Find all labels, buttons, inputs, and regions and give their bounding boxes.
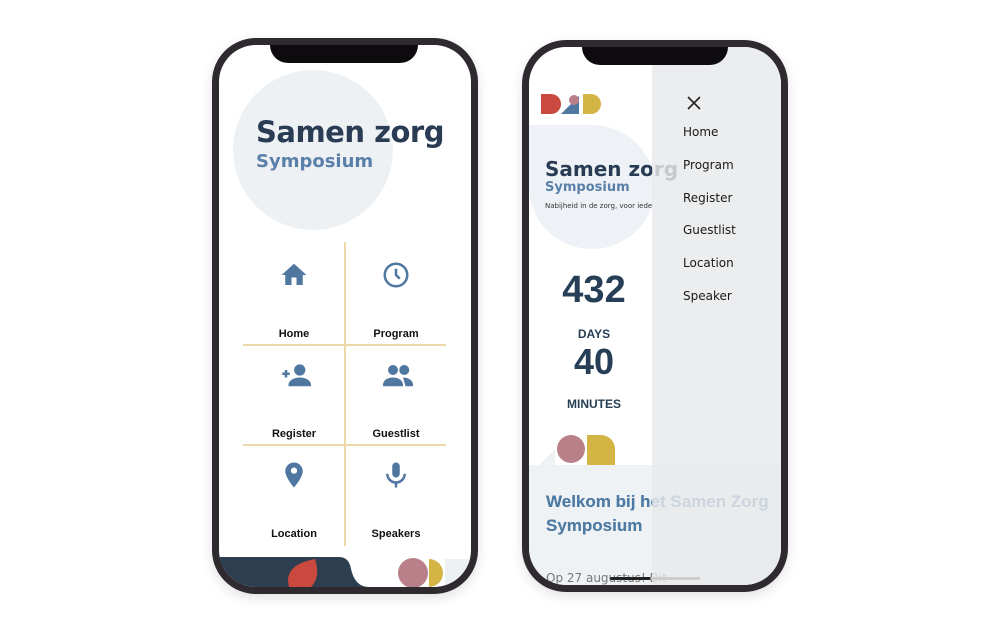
microphone-icon <box>386 462 406 488</box>
screen: Samen zorg Symposium Nabijheid in de zor… <box>529 47 781 585</box>
tile-label: Guestlist <box>372 428 420 440</box>
menu-item-guestlist[interactable]: Guestlist <box>683 223 736 237</box>
days-value: 432 <box>562 269 626 311</box>
add-person-icon <box>282 364 311 387</box>
tile-label: Program <box>373 328 419 340</box>
page-subtitle: Symposium <box>256 151 374 172</box>
tile-label: Register <box>271 428 317 440</box>
page-subtitle: Symposium <box>545 180 630 195</box>
people-icon <box>383 365 413 387</box>
phone-home-grid: Samen zorg Symposium Home Program Regist… <box>212 38 478 594</box>
clock-icon <box>383 262 409 288</box>
welcome-heading-visible: Welkom bij het Symposium <box>546 490 666 538</box>
logo <box>541 94 601 114</box>
menu-item-register[interactable]: Register <box>683 191 732 205</box>
page-title: Samen zorg <box>256 115 444 149</box>
tile-guestlist[interactable]: Guestlist <box>345 350 447 450</box>
close-icon[interactable] <box>687 96 701 110</box>
footer-decoration <box>219 557 471 587</box>
tile-register[interactable]: Register <box>243 350 345 450</box>
phone-menu-open: Samen zorg Symposium Nabijheid in de zor… <box>522 40 788 592</box>
menu-item-speaker[interactable]: Speaker <box>683 289 732 303</box>
menu-item-home[interactable]: Home <box>683 125 718 139</box>
nav-menu-drawer: Home Program Register Guestlist Location… <box>652 47 781 585</box>
tile-label: Home <box>278 328 310 340</box>
screen: Samen zorg Symposium Home Program Regist… <box>219 45 471 587</box>
days-label: DAYS <box>577 327 611 341</box>
map-pin-icon <box>285 462 303 488</box>
minutes-value: 40 <box>573 341 615 382</box>
tile-label: Speakers <box>371 528 421 540</box>
tile-location[interactable]: Location <box>243 450 345 550</box>
menu-item-program[interactable]: Program <box>683 158 734 172</box>
tile-label: Location <box>271 528 317 540</box>
notch <box>270 45 418 63</box>
home-indicator <box>610 577 700 580</box>
welcome-line-1: Welkom bij het <box>546 492 666 511</box>
home-icon <box>281 263 307 285</box>
minutes-label: MINUTES <box>567 397 621 411</box>
tile-speakers[interactable]: Speakers <box>345 450 447 550</box>
tile-program[interactable]: Program <box>345 250 447 350</box>
section-decoration <box>539 435 615 465</box>
tagline: Nabijheid in de zorg, voor iede <box>545 202 653 210</box>
welcome-line-2: Symposium <box>546 516 643 535</box>
menu-item-location[interactable]: Location <box>683 256 734 270</box>
hero-circle <box>233 70 393 230</box>
notch <box>582 47 728 65</box>
tile-home[interactable]: Home <box>243 250 345 350</box>
